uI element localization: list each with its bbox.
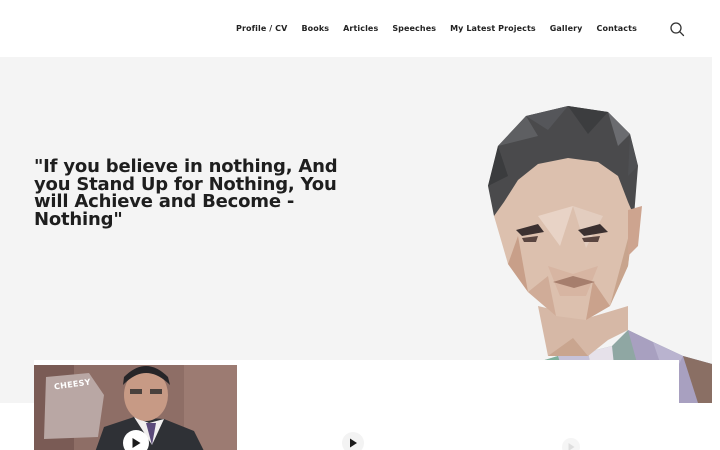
hero-section: "If you believe in nothing, And you Stan…: [0, 57, 712, 403]
nav-item-articles[interactable]: Articles: [343, 24, 378, 33]
search-icon[interactable]: [669, 21, 685, 37]
hero-quote: "If you believe in nothing, And you Stan…: [34, 156, 338, 230]
video-cards: CHEESY: [34, 360, 679, 450]
video-play-button[interactable]: [342, 432, 364, 450]
site-header: Profile / CV Books Articles Speeches My …: [0, 0, 720, 57]
nav-item-contacts[interactable]: Contacts: [597, 24, 637, 33]
video-play-button[interactable]: [562, 438, 580, 450]
video-play-button[interactable]: [123, 430, 149, 450]
main-nav: Profile / CV Books Articles Speeches My …: [236, 24, 637, 33]
play-icon: [132, 438, 141, 448]
nav-item-profile-cv[interactable]: Profile / CV: [236, 24, 287, 33]
nav-item-gallery[interactable]: Gallery: [550, 24, 583, 33]
play-icon: [350, 438, 357, 448]
nav-item-books[interactable]: Books: [301, 24, 329, 33]
portrait-image: [478, 106, 712, 403]
play-icon: [568, 443, 575, 450]
nav-item-latest-projects[interactable]: My Latest Projects: [450, 24, 536, 33]
nav-item-speeches[interactable]: Speeches: [392, 24, 436, 33]
